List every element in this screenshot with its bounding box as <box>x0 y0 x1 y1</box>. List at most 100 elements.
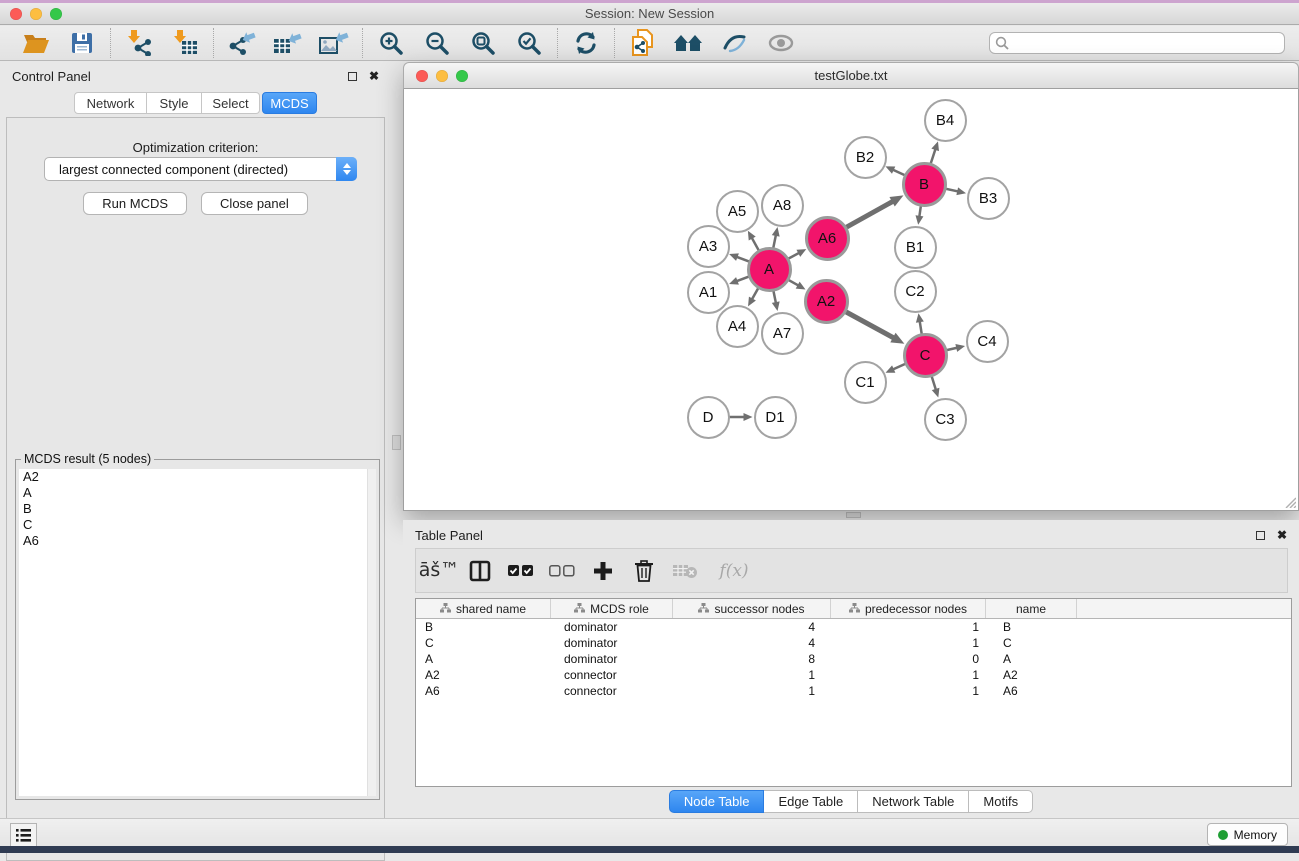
select-all-icon[interactable] <box>508 558 534 584</box>
horizontal-splitter[interactable] <box>403 511 1299 520</box>
mcds-result-item[interactable]: A <box>19 485 376 501</box>
tab-node-table[interactable]: Node Table <box>669 790 765 813</box>
visual-styles-icon[interactable] <box>719 29 751 57</box>
table-cell[interactable]: dominator <box>551 619 673 635</box>
graph-node-C2[interactable]: C2 <box>894 270 937 313</box>
import-network-icon[interactable] <box>123 29 155 57</box>
refresh-layout-icon[interactable] <box>570 29 602 57</box>
network-canvas[interactable]: AA1A2A3A4A5A6A7A8BB1B2B3B4CC1C2C3C4DD1 <box>403 89 1299 511</box>
table-cell[interactable]: 1 <box>673 667 831 683</box>
float-panel-icon[interactable] <box>1256 531 1265 540</box>
graph-node-A5[interactable]: A5 <box>716 190 759 233</box>
splitter-handle[interactable] <box>846 512 861 518</box>
table-cell[interactable]: C <box>986 635 1077 651</box>
table-cell[interactable]: 0 <box>831 651 986 667</box>
clone-network-icon[interactable] <box>627 29 659 57</box>
tab-style[interactable]: Style <box>147 92 202 114</box>
resize-grip-icon[interactable] <box>1284 496 1296 508</box>
graph-node-A1[interactable]: A1 <box>687 271 730 314</box>
table-row[interactable]: Bdominator41B <box>416 619 1291 635</box>
table-cell[interactable]: 1 <box>831 683 986 699</box>
graph-node-B3[interactable]: B3 <box>967 177 1010 220</box>
graph-node-A7[interactable]: A7 <box>761 312 804 355</box>
table-cell[interactable]: 1 <box>673 683 831 699</box>
table-cell[interactable]: A <box>986 651 1077 667</box>
tab-edge-table[interactable]: Edge Table <box>764 790 858 813</box>
tab-network-table[interactable]: Network Table <box>858 790 969 813</box>
table-cell[interactable]: connector <box>551 667 673 683</box>
zoom-out-icon[interactable] <box>421 29 453 57</box>
graph-node-B[interactable]: B <box>902 162 947 207</box>
result-list-scrollbar[interactable] <box>367 469 376 796</box>
graph-node-A2[interactable]: A2 <box>804 279 849 324</box>
home-layout-icon[interactable] <box>673 29 705 57</box>
graph-node-A[interactable]: A <box>747 247 792 292</box>
column-header[interactable]: name <box>986 599 1077 618</box>
export-table-icon[interactable] <box>272 29 304 57</box>
table-row[interactable]: Adominator80A <box>416 651 1291 667</box>
table-cell[interactable]: A2 <box>986 667 1077 683</box>
zoom-selected-icon[interactable] <box>513 29 545 57</box>
show-hide-graphics-icon[interactable] <box>765 29 797 57</box>
table-row[interactable]: A2connector11A2 <box>416 667 1291 683</box>
graph-node-B2[interactable]: B2 <box>844 136 887 179</box>
import-table-icon[interactable] <box>169 29 201 57</box>
export-image-icon[interactable] <box>318 29 350 57</box>
optimization-criterion-dropdown[interactable]: largest connected component (directed) <box>44 157 357 181</box>
table-cell[interactable]: 8 <box>673 651 831 667</box>
column-header[interactable]: successor nodes <box>673 599 831 618</box>
graph-node-A8[interactable]: A8 <box>761 184 804 227</box>
graph-node-D[interactable]: D <box>687 396 730 439</box>
export-network-icon[interactable] <box>226 29 258 57</box>
table-cell[interactable]: A2 <box>416 667 551 683</box>
graph-node-B4[interactable]: B4 <box>924 99 967 142</box>
node-table[interactable]: shared nameMCDS rolesuccessor nodesprede… <box>415 598 1292 787</box>
table-cell[interactable]: A6 <box>986 683 1077 699</box>
graph-node-A6[interactable]: A6 <box>805 216 850 261</box>
table-row[interactable]: Cdominator41C <box>416 635 1291 651</box>
tab-select[interactable]: Select <box>202 92 260 114</box>
mcds-result-item[interactable]: C <box>19 517 376 533</box>
table-cell[interactable]: B <box>986 619 1077 635</box>
table-cell[interactable]: dominator <box>551 635 673 651</box>
table-cell[interactable]: 1 <box>831 667 986 683</box>
column-header[interactable]: predecessor nodes <box>831 599 986 618</box>
float-panel-icon[interactable] <box>348 72 357 81</box>
zoom-fit-icon[interactable] <box>467 29 499 57</box>
table-cell[interactable]: 4 <box>673 635 831 651</box>
task-history-button[interactable] <box>10 823 37 847</box>
run-mcds-button[interactable]: Run MCDS <box>83 192 187 215</box>
close-panel-icon[interactable]: ✖ <box>369 70 379 82</box>
close-panel-button[interactable]: Close panel <box>201 192 308 215</box>
graph-node-A4[interactable]: A4 <box>716 305 759 348</box>
graph-node-A3[interactable]: A3 <box>687 225 730 268</box>
vertical-splitter[interactable] <box>391 61 403 818</box>
tab-network[interactable]: Network <box>74 92 147 114</box>
table-cell[interactable]: dominator <box>551 651 673 667</box>
column-header[interactable]: MCDS role <box>551 599 673 618</box>
show-columns-icon[interactable] <box>467 558 493 584</box>
table-cell[interactable]: 1 <box>831 619 986 635</box>
mcds-result-item[interactable]: A2 <box>19 469 376 485</box>
splitter-handle[interactable] <box>392 435 401 450</box>
clear-values-icon[interactable] <box>672 558 698 584</box>
table-cell[interactable]: B <box>416 619 551 635</box>
mcds-result-item[interactable]: B <box>19 501 376 517</box>
column-header[interactable]: shared name <box>416 599 551 618</box>
unselect-all-icon[interactable] <box>549 558 575 584</box>
network-window-titlebar[interactable]: testGlobe.txt <box>403 62 1299 89</box>
delete-columns-icon[interactable] <box>631 558 657 584</box>
table-row[interactable]: A6connector11A6 <box>416 683 1291 699</box>
table-cell[interactable]: C <box>416 635 551 651</box>
mcds-result-list[interactable]: A2ABCA6 <box>19 469 376 796</box>
table-settings-icon[interactable]: āš™ <box>426 558 452 584</box>
function-builder-icon[interactable]: f(x) <box>713 558 755 584</box>
memory-button[interactable]: Memory <box>1207 823 1288 846</box>
mcds-result-item[interactable]: A6 <box>19 533 376 549</box>
graph-node-B1[interactable]: B1 <box>894 226 937 269</box>
graph-node-C1[interactable]: C1 <box>844 361 887 404</box>
graph-node-C4[interactable]: C4 <box>966 320 1009 363</box>
table-cell[interactable]: A <box>416 651 551 667</box>
save-session-icon[interactable] <box>66 29 98 57</box>
open-session-icon[interactable] <box>20 29 52 57</box>
